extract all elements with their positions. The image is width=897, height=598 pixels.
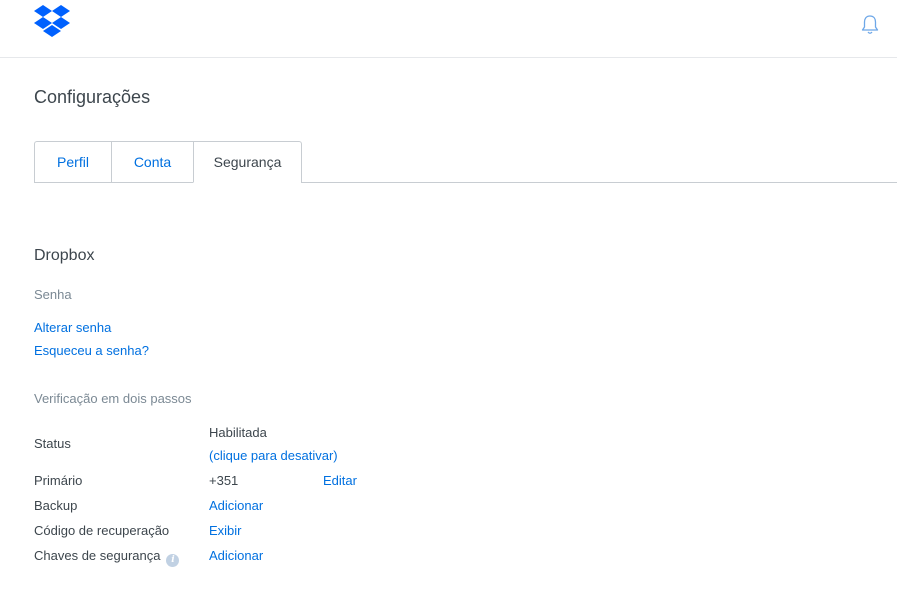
security-keys-row: Chaves de segurança i (34, 548, 180, 567)
change-password-link[interactable]: Alterar senha (34, 320, 111, 335)
tab-security[interactable]: Segurança (193, 141, 302, 183)
security-keys-label: Chaves de segurança (34, 548, 161, 563)
dropbox-logo-icon[interactable] (34, 4, 70, 38)
bell-icon[interactable] (860, 14, 880, 36)
edit-primary-link[interactable]: Editar (323, 473, 357, 488)
primary-value: +351 (209, 473, 239, 488)
recovery-code-label: Código de recuperação (34, 523, 170, 538)
forgot-password-link[interactable]: Esqueceu a senha? (34, 343, 149, 358)
settings-tabs: Perfil Conta Segurança (34, 141, 302, 183)
add-security-key-link[interactable]: Adicionar (209, 548, 263, 563)
top-bar (0, 0, 897, 58)
primary-label: Primário (34, 473, 83, 488)
status-label: Status (34, 436, 71, 451)
show-recovery-code-link[interactable]: Exibir (209, 523, 242, 538)
two-step-label: Verificação em dois passos (34, 391, 192, 406)
status-value: Habilitada (209, 425, 267, 440)
add-backup-link[interactable]: Adicionar (209, 498, 263, 513)
backup-label: Backup (34, 498, 78, 513)
info-icon[interactable]: i (166, 554, 180, 567)
password-label: Senha (34, 287, 72, 302)
disable-two-step-link[interactable]: (clique para desativar) (209, 448, 338, 463)
tabs-divider (301, 182, 897, 183)
page-title: Configurações (34, 87, 151, 107)
section-title: Dropbox (34, 247, 95, 264)
tab-profile[interactable]: Perfil (34, 141, 111, 183)
tab-account[interactable]: Conta (111, 141, 193, 183)
